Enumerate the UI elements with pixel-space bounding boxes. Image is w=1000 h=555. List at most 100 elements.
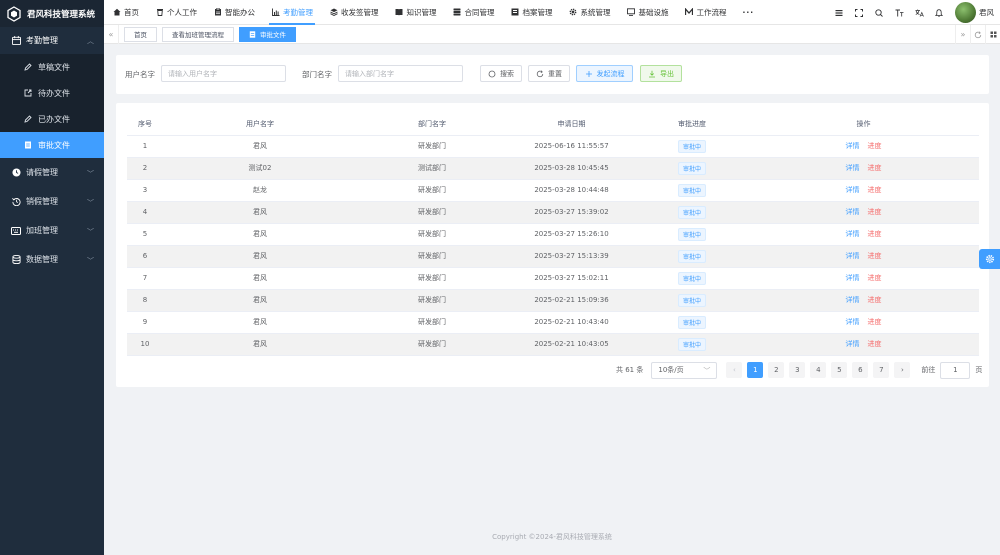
progress-link[interactable]: 进度: [868, 252, 882, 260]
detail-link[interactable]: 详情: [846, 186, 860, 194]
detail-link[interactable]: 详情: [846, 208, 860, 216]
cell-actions: 详情 进度: [748, 201, 979, 224]
total-count: 共 61 条: [616, 366, 644, 374]
menu-icon[interactable]: [829, 0, 849, 25]
sidebar-item-todo[interactable]: 待办文件: [0, 80, 104, 106]
page-button[interactable]: 7: [873, 362, 890, 378]
nav-label: 基础设施: [638, 7, 669, 17]
progress-link[interactable]: 进度: [868, 164, 882, 172]
page-button[interactable]: 2: [768, 362, 785, 378]
nav-send-receive[interactable]: 收发签管理: [321, 0, 387, 25]
translate-icon[interactable]: [909, 0, 929, 25]
cell-actions: 详情 进度: [748, 289, 979, 312]
plus-icon: [585, 70, 593, 78]
prev-page-button[interactable]: ‹: [726, 362, 743, 378]
page-button[interactable]: 5: [831, 362, 848, 378]
double-chevron-left-icon[interactable]: «: [104, 24, 119, 44]
tag-approval-files[interactable]: 审批文件: [239, 26, 296, 42]
status-badge: 审批中: [677, 337, 706, 351]
cell-dept: 研发部门: [357, 289, 507, 312]
sidebar-item-leave[interactable]: 请假管理 ﹀: [0, 158, 104, 187]
progress-link[interactable]: 进度: [868, 296, 882, 304]
cell-user: 君风: [163, 267, 357, 290]
bell-icon[interactable]: [929, 0, 949, 25]
cell-actions: 详情 进度: [748, 157, 979, 180]
nav-knowledge[interactable]: 知识管理: [387, 0, 445, 25]
nav-label: 个人工作: [167, 7, 197, 17]
download-icon: [648, 70, 656, 78]
dept-input[interactable]: [338, 65, 463, 82]
sidebar-item-data[interactable]: 数据管理 ﹀: [0, 245, 104, 274]
progress-link[interactable]: 进度: [868, 340, 882, 348]
sidebar-item-done[interactable]: 已办文件: [0, 106, 104, 132]
detail-link[interactable]: 详情: [846, 252, 860, 260]
nav-label: 档案管理: [522, 7, 553, 17]
cell-status: 审批中: [636, 157, 748, 180]
tag-home[interactable]: 首页: [124, 26, 157, 42]
detail-link[interactable]: 详情: [846, 340, 860, 348]
sidebar-item-approval[interactable]: 审批文件: [0, 132, 104, 158]
font-size-icon[interactable]: [889, 0, 909, 25]
sidebar-item-overtime[interactable]: 加班管理 ﹀: [0, 216, 104, 245]
nav-attendance[interactable]: 考勤管理: [263, 0, 321, 25]
export-button[interactable]: 导出: [640, 65, 682, 82]
next-page-button[interactable]: ›: [894, 362, 911, 378]
username-input[interactable]: [161, 65, 286, 82]
page-size-select[interactable]: 10条/页 ﹀: [651, 361, 718, 379]
nav-infrastructure[interactable]: 基础设施: [619, 0, 677, 25]
reset-button[interactable]: 重置: [528, 65, 570, 82]
page-button[interactable]: 6: [852, 362, 869, 378]
cell-user: 君风: [163, 245, 357, 268]
refresh-icon[interactable]: [970, 25, 985, 44]
progress-link[interactable]: 进度: [868, 274, 882, 282]
sidebar-group-attendance[interactable]: 考勤管理 ︿: [0, 27, 104, 54]
progress-link[interactable]: 进度: [868, 318, 882, 326]
search-button[interactable]: 搜索: [480, 65, 522, 82]
nav-label: 工作流程: [696, 7, 727, 17]
page-button[interactable]: 1: [747, 362, 764, 378]
detail-link[interactable]: 详情: [846, 230, 860, 238]
goto-input[interactable]: 1: [940, 361, 971, 379]
page-list: 1234567: [747, 362, 894, 378]
page-button[interactable]: 3: [789, 362, 806, 378]
detail-link[interactable]: 详情: [846, 164, 860, 172]
fullscreen-icon[interactable]: [849, 0, 869, 25]
cell-actions: 详情 进度: [748, 179, 979, 202]
detail-link[interactable]: 详情: [846, 142, 860, 150]
settings-float-button[interactable]: [979, 249, 1000, 269]
progress-link[interactable]: 进度: [868, 230, 882, 238]
cell-date: 2025-03-28 10:45:45: [507, 157, 636, 180]
user-name[interactable]: 君风: [979, 7, 994, 18]
nav-home[interactable]: 首页: [104, 0, 147, 25]
grid-icon[interactable]: [985, 25, 1000, 44]
nav-smart-office[interactable]: 智能办公: [205, 0, 263, 25]
nav-personal-work[interactable]: 个人工作: [147, 0, 205, 25]
nav-label: 系统管理: [580, 7, 611, 17]
nav-archive[interactable]: 档案管理: [503, 0, 561, 25]
cell-no: 8: [127, 289, 163, 312]
nav-system[interactable]: 系统管理: [561, 0, 619, 25]
logo[interactable]: 君风科技管理系统: [0, 0, 104, 27]
logo-icon: [7, 5, 21, 22]
nav-contract[interactable]: 合同管理: [445, 0, 503, 25]
nav-workflow[interactable]: 工作流程: [677, 0, 735, 25]
detail-link[interactable]: 详情: [846, 274, 860, 282]
cell-dept: 研发部门: [357, 179, 507, 202]
double-chevron-right-icon[interactable]: »: [955, 25, 970, 44]
bar-chart-icon: [271, 8, 280, 17]
avatar[interactable]: [955, 2, 976, 23]
page-button[interactable]: 4: [810, 362, 827, 378]
progress-link[interactable]: 进度: [868, 208, 882, 216]
search-icon[interactable]: [869, 0, 889, 25]
tag-overtime-flow[interactable]: 查看加班管理流程: [162, 26, 234, 42]
detail-link[interactable]: 详情: [846, 318, 860, 326]
progress-link[interactable]: 进度: [868, 186, 882, 194]
nav-more-button[interactable]: ···: [735, 0, 763, 25]
sidebar-item-cancel-leave[interactable]: 销假管理 ﹀: [0, 187, 104, 216]
start-process-button[interactable]: 发起流程: [576, 65, 633, 82]
detail-link[interactable]: 详情: [846, 296, 860, 304]
chevron-down-icon: ﹀: [87, 257, 94, 265]
sidebar-item-drafts[interactable]: 草稿文件: [0, 54, 104, 80]
app-title: 君风科技管理系统: [27, 9, 96, 20]
progress-link[interactable]: 进度: [868, 142, 882, 150]
